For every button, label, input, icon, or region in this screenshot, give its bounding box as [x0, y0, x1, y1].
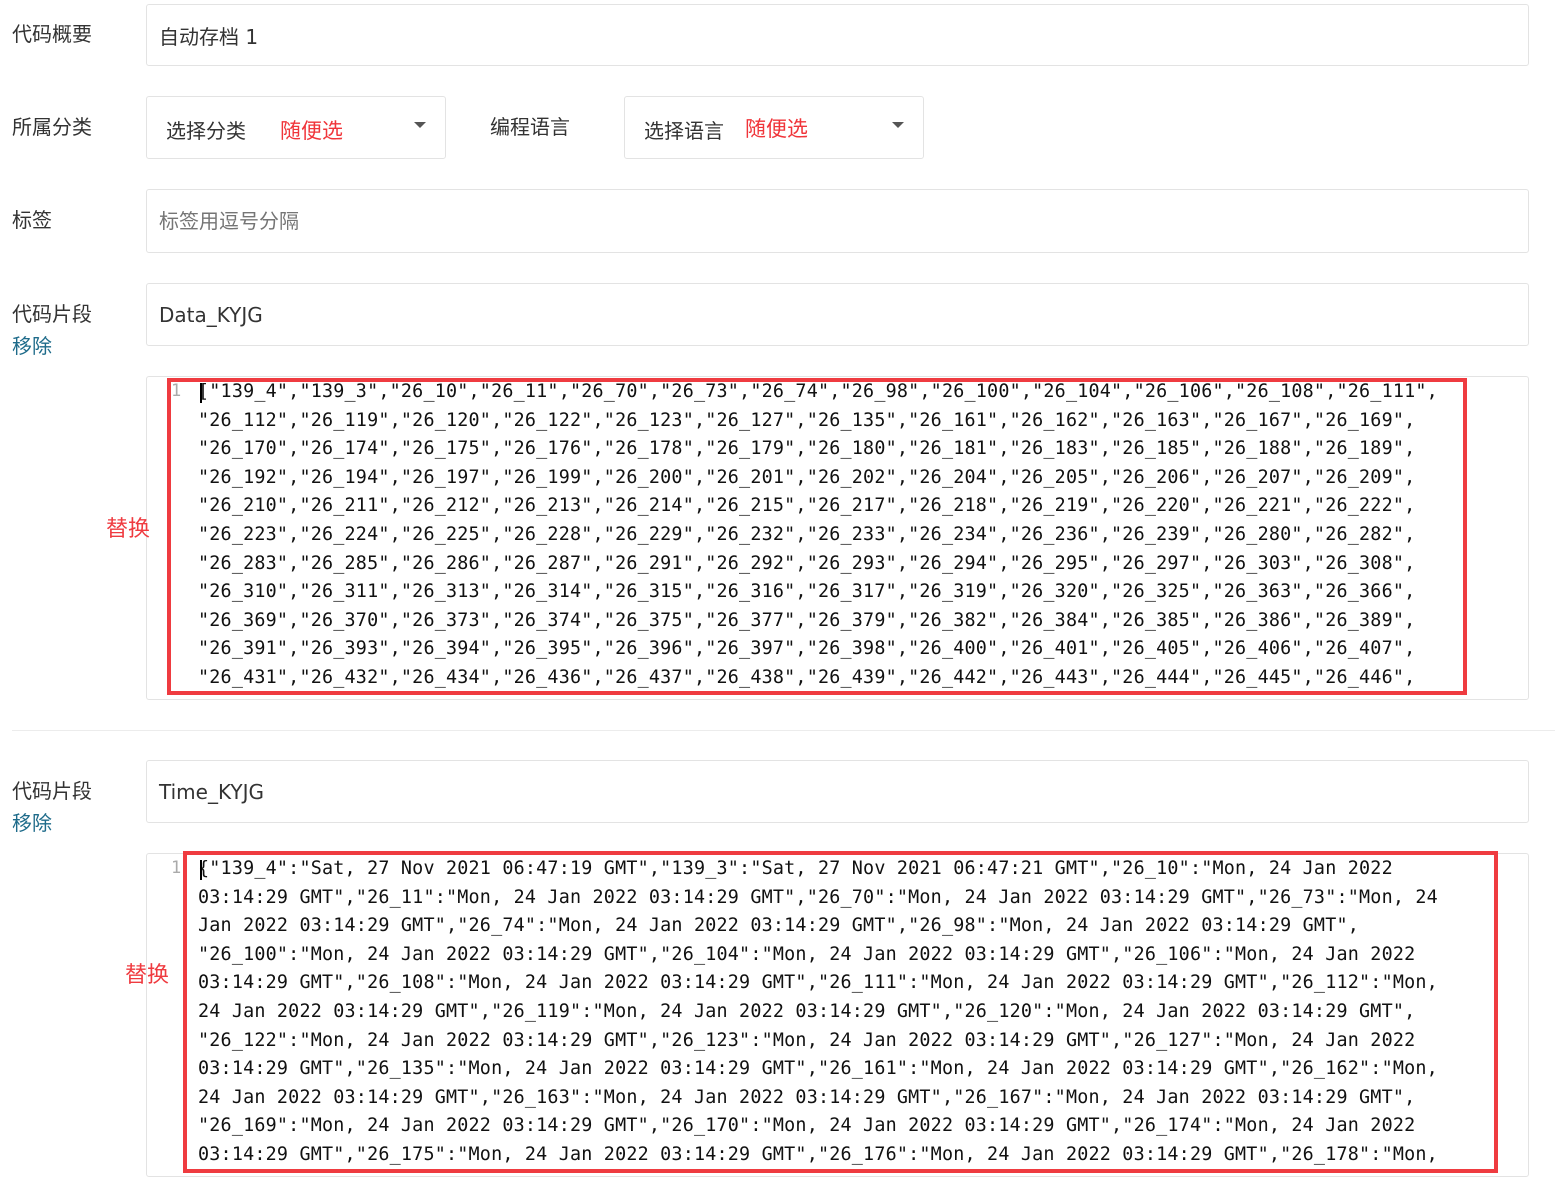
- language-annotation: 随便选: [745, 117, 808, 141]
- category-select-text: 选择分类: [166, 119, 246, 143]
- chevron-down-icon: [414, 122, 426, 128]
- tags-label: 标签: [12, 208, 52, 232]
- chevron-down-icon: [892, 122, 904, 128]
- remove-snippet-link[interactable]: 移除: [12, 807, 52, 839]
- section-divider: [12, 730, 1555, 731]
- highlight-box: [183, 851, 1498, 1173]
- highlight-box: [167, 378, 1467, 695]
- language-label: 编程语言: [490, 115, 570, 139]
- line-number: 1: [171, 858, 182, 878]
- snippet-name-input[interactable]: Time_KYJG: [146, 760, 1529, 823]
- replace-annotation: 替换: [125, 963, 170, 988]
- category-annotation: 随便选: [280, 119, 343, 143]
- snippet-name-input[interactable]: Data_KYJG: [146, 283, 1529, 346]
- category-label: 所属分类: [12, 115, 92, 139]
- summary-label: 代码概要: [12, 22, 92, 46]
- replace-annotation: 替换: [106, 517, 151, 542]
- tags-input[interactable]: [146, 189, 1529, 253]
- language-select[interactable]: 选择语言 随便选: [624, 96, 924, 159]
- summary-input[interactable]: 自动存档 1: [146, 4, 1529, 66]
- category-select[interactable]: 选择分类 随便选: [146, 96, 446, 159]
- snippet-label: 代码片段: [12, 779, 92, 803]
- remove-snippet-link[interactable]: 移除: [12, 330, 52, 362]
- snippet-label: 代码片段: [12, 302, 92, 326]
- language-select-text: 选择语言: [644, 119, 724, 143]
